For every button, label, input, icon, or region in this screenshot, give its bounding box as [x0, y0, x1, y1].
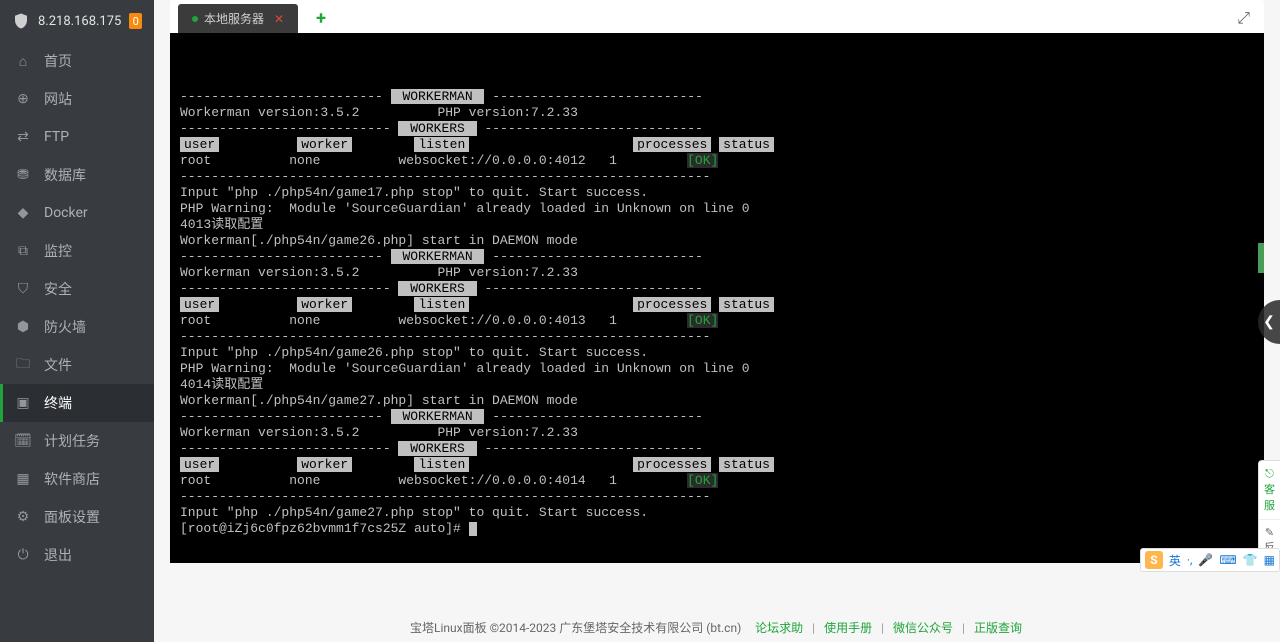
footer-link-verify[interactable]: 正版查询 — [974, 621, 1022, 635]
terminal-icon: ▣ — [14, 395, 32, 411]
tab-local-server[interactable]: 本地服务器 ✕ — [178, 4, 298, 33]
alert-badge[interactable]: 0 — [129, 13, 142, 29]
sidebar-item-label: 首页 — [44, 51, 72, 71]
sidebar-item-label: 防火墙 — [44, 317, 86, 337]
footer-link-manual[interactable]: 使用手册 — [824, 621, 872, 635]
footer: 宝塔Linux面板 ©2014-2023 广东堡塔安全技术有限公司 (bt.cn… — [154, 619, 1280, 636]
ime-keyboard-icon[interactable]: ⌨ — [1219, 553, 1236, 567]
sidebar-item-folder[interactable]: 🗀 文件 — [0, 346, 154, 384]
nav: ⌂ 首页 ⊕ 网站 ⇄ FTP ⛃ 数据库 ◆ Docker ⧉ 监控 ⛉ 安全 ⬢ 防火墙 🗀 文件 ▣ 终端 🗓 计划… — [0, 42, 154, 642]
sidebar-item-firewall[interactable]: ⬢ 防火墙 — [0, 308, 154, 346]
sidebar-item-ftp[interactable]: ⇄ FTP — [0, 118, 154, 156]
ime-mic-icon[interactable]: 🎤 — [1198, 553, 1213, 567]
sidebar-item-label: FTP — [44, 129, 69, 145]
sidebar-header: 8.218.168.175 0 — [0, 0, 154, 42]
terminal-output[interactable]: -------------------------- WORKERMAN ---… — [170, 33, 1264, 563]
sidebar-item-label: 网站 — [44, 89, 72, 109]
expand-icon[interactable]: ⤢ — [1237, 8, 1250, 28]
float-item-support[interactable]: ⎋客服 — [1259, 461, 1280, 520]
add-tab-button[interactable]: + — [308, 4, 334, 33]
sidebar-item-label: 终端 — [44, 393, 72, 413]
sidebar-item-label: 监控 — [44, 241, 72, 261]
cursor — [469, 522, 477, 536]
docker-icon: ◆ — [14, 205, 32, 221]
sidebar-item-label: 计划任务 — [44, 431, 100, 451]
tab-label: 本地服务器 — [204, 10, 264, 27]
sidebar-item-label: 安全 — [44, 279, 72, 299]
sidebar-item-cron[interactable]: 🗓 计划任务 — [0, 422, 154, 460]
sidebar-item-exit[interactable]: ⏻ 退出 — [0, 536, 154, 574]
main: 本地服务器 ✕ + ⤢ -------------------------- W… — [154, 0, 1280, 642]
ime-lang[interactable]: 英 — [1169, 552, 1181, 569]
copyright: 宝塔Linux面板 ©2014-2023 广东堡塔安全技术有限公司 (bt.cn… — [410, 621, 741, 635]
sidebar-item-label: 退出 — [44, 545, 72, 565]
folder-icon: 🗀 — [14, 353, 32, 377]
close-icon[interactable]: ✕ — [274, 12, 284, 26]
ime-comma-icon[interactable]: ·, — [1187, 553, 1193, 567]
footer-link-wechat[interactable]: 微信公众号 — [893, 621, 953, 635]
ftp-icon: ⇄ — [14, 129, 32, 145]
sidebar-item-docker[interactable]: ◆ Docker — [0, 194, 154, 232]
sidebar-item-db[interactable]: ⛃ 数据库 — [0, 156, 154, 194]
sidebar-item-label: Docker — [44, 205, 88, 221]
globe-icon: ⊕ — [14, 91, 32, 107]
firewall-icon: ⬢ — [14, 319, 32, 335]
settings-icon: ⚙ — [14, 509, 32, 525]
exit-icon: ⏻ — [14, 547, 32, 563]
sidebar: 8.218.168.175 0 ⌂ 首页 ⊕ 网站 ⇄ FTP ⛃ 数据库 ◆ Docker ⧉ 监控… — [0, 0, 154, 642]
ime-logo-icon: S — [1145, 551, 1163, 569]
scroll-marker — [1258, 243, 1264, 273]
cron-icon: 🗓 — [14, 433, 32, 449]
footer-link-forum[interactable]: 论坛求助 — [755, 621, 803, 635]
status-dot-icon — [192, 16, 198, 22]
sidebar-item-label: 软件商店 — [44, 469, 100, 489]
sidebar-item-label: 数据库 — [44, 165, 86, 185]
shield-icon: ⛉ — [14, 281, 32, 297]
sidebar-item-label: 面板设置 — [44, 507, 100, 527]
shield-icon — [12, 12, 30, 30]
sidebar-item-globe[interactable]: ⊕ 网站 — [0, 80, 154, 118]
db-icon: ⛃ — [14, 167, 32, 183]
sidebar-item-terminal[interactable]: ▣ 终端 — [0, 384, 154, 422]
sidebar-item-label: 文件 — [44, 355, 72, 375]
ip-address: 8.218.168.175 — [38, 14, 121, 29]
ime-toolbar[interactable]: S 英 ·, 🎤 ⌨ 👕 ▦ — [1140, 548, 1280, 572]
sidebar-item-store[interactable]: ▦ 软件商店 — [0, 460, 154, 498]
terminal-panel: 本地服务器 ✕ + ⤢ -------------------------- W… — [170, 0, 1264, 563]
sidebar-item-monitor[interactable]: ⧉ 监控 — [0, 232, 154, 270]
sidebar-item-home[interactable]: ⌂ 首页 — [0, 42, 154, 80]
tab-bar: 本地服务器 ✕ + ⤢ — [170, 0, 1264, 33]
ime-skin-icon[interactable]: 👕 — [1243, 553, 1258, 567]
monitor-icon: ⧉ — [14, 243, 32, 259]
ime-grid-icon[interactable]: ▦ — [1264, 553, 1275, 567]
home-icon: ⌂ — [14, 53, 32, 70]
store-icon: ▦ — [14, 471, 32, 487]
sidebar-item-shield[interactable]: ⛉ 安全 — [0, 270, 154, 308]
sidebar-item-settings[interactable]: ⚙ 面板设置 — [0, 498, 154, 536]
